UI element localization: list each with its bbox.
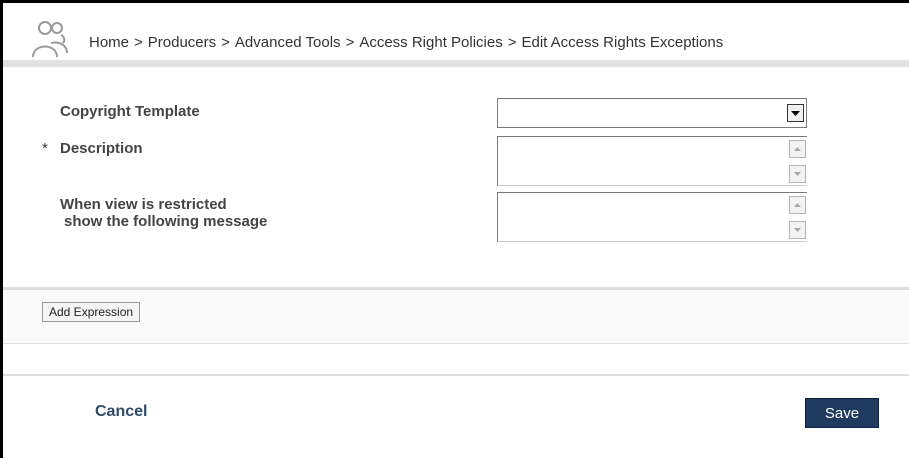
- breadcrumb-access-right-policies[interactable]: Access Right Policies: [359, 34, 502, 51]
- copyright-template-label: Copyright Template: [60, 103, 200, 120]
- restricted-message-field[interactable]: [497, 192, 807, 242]
- description-field[interactable]: [497, 136, 807, 186]
- people-icon: [32, 21, 68, 58]
- description-scrollbar[interactable]: [789, 140, 806, 183]
- header-bar: Home > Producers > Advanced Tools > Access Rig…: [3, 3, 909, 67]
- breadcrumb-separator: >: [134, 34, 143, 51]
- add-expression-button[interactable]: Add Expression: [42, 302, 141, 322]
- breadcrumb-current-page: Edit Access Rights Exceptions: [521, 34, 724, 51]
- restricted-message-label-line2: show the following message: [64, 213, 268, 230]
- breadcrumb-separator: >: [221, 34, 230, 51]
- scroll-down-icon[interactable]: [789, 165, 806, 183]
- restricted-message-label-line1: When view is restricted: [60, 196, 227, 213]
- required-marker: *: [42, 140, 48, 157]
- copyright-template-select[interactable]: [497, 98, 807, 128]
- dropdown-arrow-icon[interactable]: [787, 104, 804, 122]
- breadcrumb-home[interactable]: Home: [89, 34, 129, 51]
- save-button[interactable]: Save: [805, 398, 879, 428]
- scroll-up-icon[interactable]: [789, 196, 806, 214]
- footer-divider: [3, 374, 909, 376]
- description-label: Description: [60, 140, 143, 157]
- breadcrumb-advanced-tools[interactable]: Advanced Tools: [235, 34, 341, 51]
- restricted-message-scrollbar[interactable]: [789, 196, 806, 239]
- cancel-link[interactable]: Cancel: [95, 403, 147, 421]
- breadcrumb: Home > Producers > Advanced Tools > Access Rig…: [89, 34, 723, 51]
- scroll-up-icon[interactable]: [789, 140, 806, 158]
- breadcrumb-separator: >: [507, 34, 517, 51]
- scroll-down-icon[interactable]: [789, 221, 806, 239]
- breadcrumb-separator: >: [345, 34, 355, 51]
- breadcrumb-producers[interactable]: Producers: [148, 34, 216, 51]
